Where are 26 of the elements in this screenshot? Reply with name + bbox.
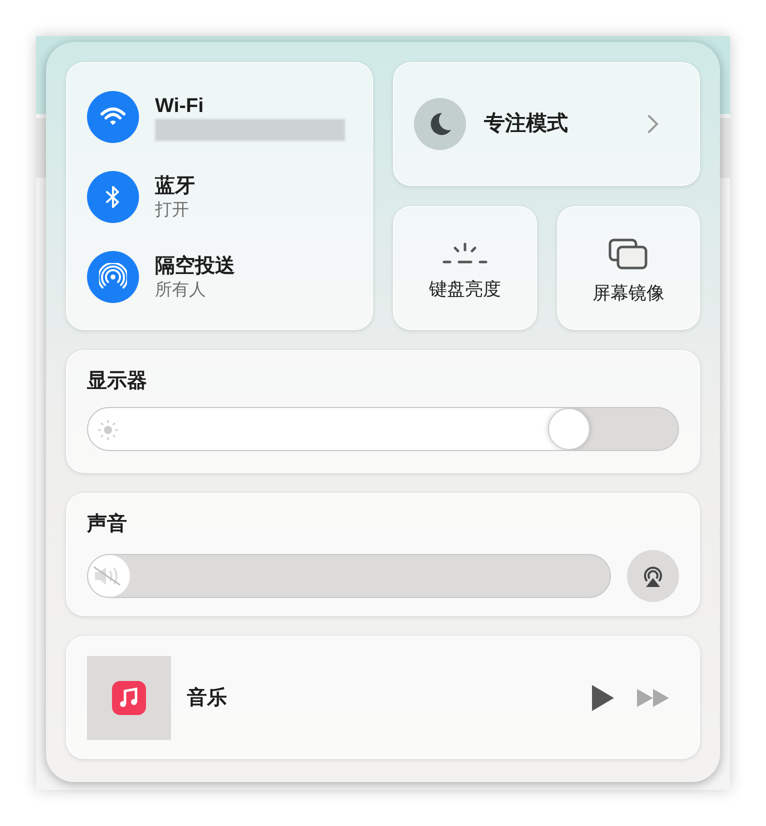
toggle-button[interactable] xyxy=(87,171,139,223)
toggle-button[interactable] xyxy=(87,91,139,143)
volume-slider[interactable] xyxy=(87,554,611,598)
airplay-audio-button[interactable] xyxy=(627,550,679,602)
sun-icon xyxy=(98,420,118,440)
toggle-status: 打开 xyxy=(155,199,190,221)
toggle-button[interactable] xyxy=(87,251,139,303)
focus-card[interactable]: 专注模式 xyxy=(393,62,700,186)
focus-label: 专注模式 xyxy=(484,110,569,138)
brightness-slider[interactable] xyxy=(87,407,679,451)
music-app-icon xyxy=(112,680,146,714)
wifi-icon xyxy=(100,106,126,128)
sound-title: 声音 xyxy=(87,512,128,537)
display-title: 显示器 xyxy=(87,369,148,394)
control-tile[interactable]: 屏幕镜像 xyxy=(556,206,700,330)
chevron-right-icon xyxy=(647,114,659,134)
airdrop-icon xyxy=(99,263,127,291)
toggle-status: 所有人 xyxy=(155,279,207,301)
toggle-label: 隔空投送 xyxy=(155,254,235,279)
control-tile[interactable]: 键盘亮度 xyxy=(393,206,536,330)
toggle-label: Wi-Fi xyxy=(155,94,205,119)
app-name: 音乐 xyxy=(187,686,228,710)
keyboard-brightness-icon xyxy=(442,242,488,266)
toggle-label: 蓝牙 xyxy=(155,174,195,199)
bluetooth-icon xyxy=(105,185,121,209)
screen-mirroring-icon xyxy=(608,238,648,270)
